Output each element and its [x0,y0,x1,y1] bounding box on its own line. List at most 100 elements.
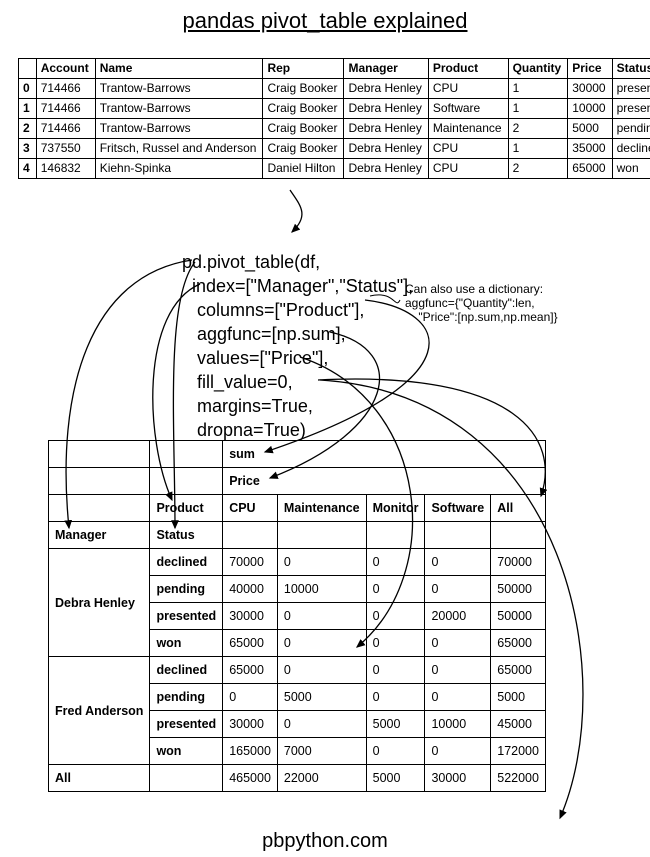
pivot-value-cell: 0 [366,576,425,603]
pivot-value-cell: 70000 [223,549,278,576]
pivot-value-cell: 20000 [425,603,491,630]
pivot-value-cell: 0 [366,549,425,576]
pivot-value-cell: 30000 [223,711,278,738]
src-cell-index: 2 [19,119,37,139]
src-header-status: Status [612,59,650,79]
src-row: 1 714466Trantow-BarrowsCraig BookerDebra … [19,99,650,119]
src-cell: 1 [508,79,568,99]
pivot-value-cell: 65000 [491,657,546,684]
pivot-manager-cell: Fred Anderson [49,657,150,765]
src-cell: 5000 [568,119,612,139]
src-cell: 737550 [36,139,95,159]
pivot-value-cell: 10000 [277,576,366,603]
src-cell: 714466 [36,99,95,119]
code-line-2: index=["Manager","Status"], [182,276,413,296]
src-cell: CPU [428,79,508,99]
pivot-value-cell: 0 [366,684,425,711]
pivot-col-cpu: CPU [223,495,278,522]
code-line-8: dropna=True) [182,420,306,440]
src-cell: 65000 [568,159,612,179]
pivot-value-cell: 5000 [366,711,425,738]
src-cell: 1 [508,139,568,159]
src-cell: 10000 [568,99,612,119]
src-cell: Debra Henley [344,79,428,99]
src-cell: Trantow-Barrows [95,119,263,139]
src-cell: CPU [428,159,508,179]
pivot-index-status: Status [150,522,223,549]
pivot-status-cell: presented [150,603,223,630]
src-row: 3737550Fritsch, Russel and AndersonCraig… [19,139,650,159]
src-cell: 30000 [568,79,612,99]
pivot-status-cell: won [150,630,223,657]
src-header-quantity: Quantity [508,59,568,79]
pivot-value-cell: 165000 [223,738,278,765]
pivot-value-cell: 5000 [277,684,366,711]
pivot-code-block: pd.pivot_table(df, index=["Manager","Sta… [182,226,413,442]
pivot-total-cell: 5000 [366,765,425,792]
src-header-name: Name [95,59,263,79]
src-cell: Craig Booker [263,79,344,99]
src-cell: pending [612,119,650,139]
pivot-value-cell: 0 [366,630,425,657]
pivot-value-cell: 45000 [491,711,546,738]
pivot-all-row-label: All [49,765,150,792]
src-cell: 2 [508,119,568,139]
pivot-value-cell: 0 [425,657,491,684]
pivot-total-cell: 22000 [277,765,366,792]
code-line-7: margins=True, [182,396,313,416]
pivot-value-cell: 0 [277,603,366,630]
pivot-status-cell: declined [150,549,223,576]
pivot-value-cell: 0 [425,630,491,657]
pivot-value-cell: 0 [277,630,366,657]
pivot-value-cell: 10000 [425,711,491,738]
pivot-blank [223,522,278,549]
src-cell: Trantow-Barrows [95,99,263,119]
src-cell: Trantow-Barrows [95,79,263,99]
pivot-value-cell: 0 [277,711,366,738]
pivot-index-manager: Manager [49,522,150,549]
src-cell: 35000 [568,139,612,159]
pivot-value-cell: 0 [425,738,491,765]
src-cell: Craig Booker [263,99,344,119]
pivot-value-cell: 50000 [491,603,546,630]
code-line-6: fill_value=0, [182,372,293,392]
pivot-blank [366,522,425,549]
pivot-col-all: All [491,495,546,522]
pivot-value-cell: 50000 [491,576,546,603]
pivot-blank [150,765,223,792]
pivot-value-cell: 172000 [491,738,546,765]
page-title: pandas pivot_table explained [0,8,650,34]
pivot-columns-label: Product [150,495,223,522]
pivot-blank [425,522,491,549]
pivot-value-cell: 65000 [491,630,546,657]
pivot-value-cell: 0 [277,657,366,684]
src-cell-index: 4 [19,159,37,179]
pivot-manager-cell: Debra Henley [49,549,150,657]
code-line-3: columns=["Product"], [182,300,364,320]
pivot-blank [49,468,150,495]
src-cell: 1 [508,99,568,119]
pivot-total-cell: 30000 [425,765,491,792]
src-cell: 714466 [36,79,95,99]
src-cell: 2 [508,159,568,179]
src-cell: Debra Henley [344,99,428,119]
src-header-price: Price [568,59,612,79]
src-row: 2714466Trantow-BarrowsCraig BookerDebra … [19,119,650,139]
pivot-blank [277,522,366,549]
src-cell-index: 0 [19,79,37,99]
src-header-rep: Rep [263,59,344,79]
pivot-value-cell: 40000 [223,576,278,603]
pivot-value-cell: 0 [425,684,491,711]
pivot-col-maintenance: Maintenance [277,495,366,522]
pivot-value-cell: 7000 [277,738,366,765]
pivot-blank [49,495,150,522]
src-row: 4146832Kiehn-SpinkaDaniel HiltonDebra He… [19,159,650,179]
src-cell: Craig Booker [263,139,344,159]
pivot-row: Debra Henleydeclined7000000070000 [49,549,546,576]
pivot-value-cell: 0 [366,603,425,630]
pivot-blank [49,441,150,468]
src-cell-index: 3 [19,139,37,159]
pivot-status-cell: won [150,738,223,765]
pivot-value-cell: 65000 [223,630,278,657]
pivot-agg-label: sum [223,441,546,468]
